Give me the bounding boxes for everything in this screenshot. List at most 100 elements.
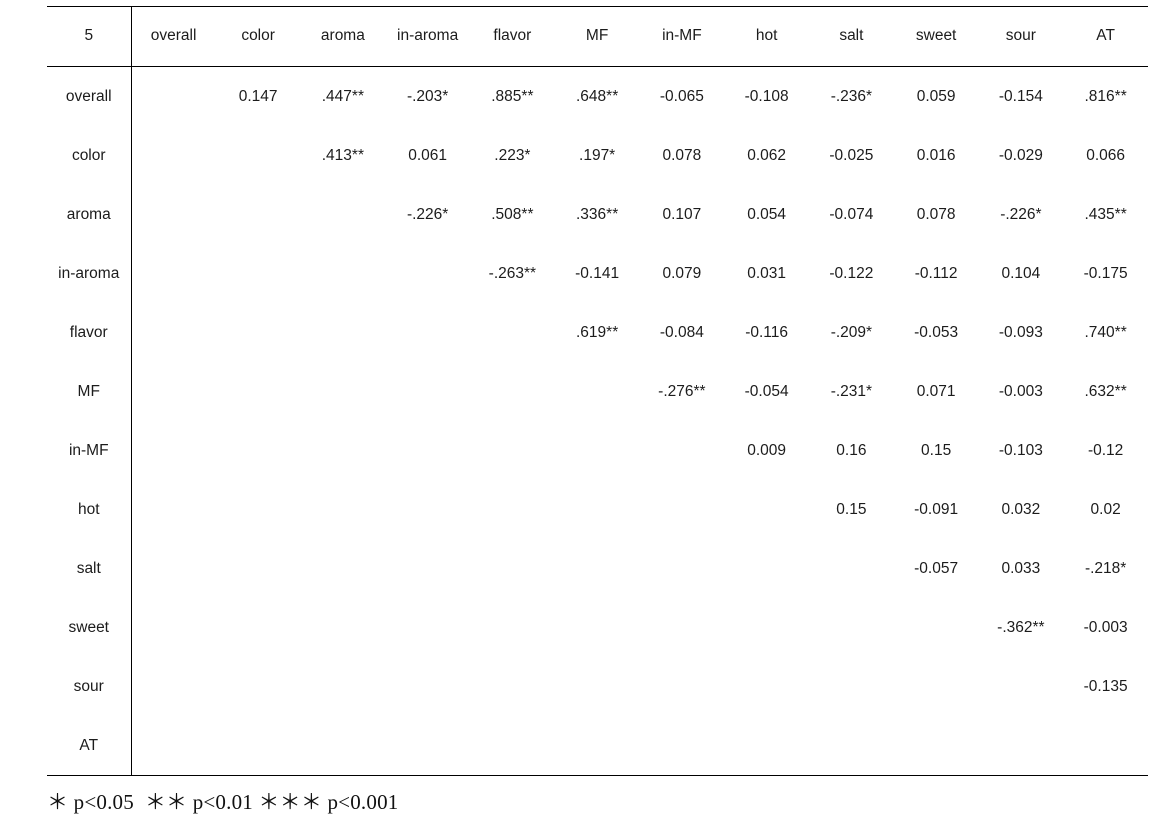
cell — [301, 480, 386, 539]
table-row: sweet -.362** -0.003 — [47, 598, 1148, 657]
row-label-overall: overall — [47, 66, 132, 126]
cell: -.362** — [997, 618, 1045, 636]
cell — [301, 421, 386, 480]
column-header-flavor: flavor — [493, 26, 532, 44]
cell — [809, 598, 894, 657]
cell — [809, 657, 894, 716]
column-header-sour: sour — [1005, 26, 1036, 44]
table-row: overall 0.147 .447** -.203* .885** .648*… — [47, 66, 1148, 126]
cell — [809, 539, 894, 598]
cell — [470, 539, 555, 598]
cell: -0.084 — [659, 323, 704, 341]
cell — [894, 598, 979, 657]
cell: .632** — [1084, 382, 1127, 400]
cell — [216, 716, 301, 776]
column-header-in-mf: in-MF — [662, 26, 702, 44]
cell — [385, 716, 470, 776]
cell — [301, 539, 386, 598]
cell: -0.057 — [914, 559, 959, 577]
cell — [301, 244, 386, 303]
cell — [131, 126, 216, 185]
cell — [131, 362, 216, 421]
correlation-table-container: 5 overall color aroma in-aroma flavor MF… — [47, 6, 1148, 776]
cell — [301, 185, 386, 244]
table-row: sour -0.135 — [47, 657, 1148, 716]
cell: 0.104 — [1001, 264, 1041, 282]
row-label-sweet: sweet — [47, 598, 132, 657]
cell — [216, 303, 301, 362]
cell — [131, 244, 216, 303]
cell — [385, 421, 470, 480]
cell — [216, 244, 301, 303]
cell: -.263** — [488, 264, 537, 282]
cell: .885** — [491, 87, 534, 105]
cell — [1063, 716, 1148, 776]
cell: -.226* — [1000, 205, 1042, 223]
cell: -.218* — [1084, 559, 1127, 577]
cell — [470, 716, 555, 776]
cell — [555, 480, 640, 539]
row-label-hot: hot — [47, 480, 132, 539]
cell — [385, 303, 470, 362]
cell: -0.053 — [914, 323, 959, 341]
cell: 0.147 — [238, 87, 278, 105]
row-label-in-aroma-text: in-aroma — [58, 264, 120, 282]
cell — [809, 716, 894, 776]
cell: 0.059 — [916, 87, 956, 105]
correlation-table: 5 overall color aroma in-aroma flavor MF… — [47, 6, 1148, 776]
cell — [216, 185, 301, 244]
cell — [301, 598, 386, 657]
cell: .816** — [1084, 87, 1127, 105]
row-label-in-aroma: in-aroma — [47, 244, 132, 303]
cell — [216, 480, 301, 539]
column-header-salt: salt — [839, 26, 864, 44]
cell — [470, 303, 555, 362]
cell: .508** — [491, 205, 534, 223]
cell — [894, 716, 979, 776]
column-header-sweet: sweet — [915, 26, 957, 44]
column-header-at: AT — [1096, 26, 1115, 44]
cell: -0.003 — [998, 382, 1043, 400]
cell: -.203* — [406, 87, 449, 105]
cell — [555, 539, 640, 598]
cell — [131, 598, 216, 657]
cell: 0.107 — [662, 205, 702, 223]
cell: 0.079 — [662, 264, 702, 282]
cell — [640, 421, 725, 480]
column-header-in-aroma: in-aroma — [385, 7, 470, 67]
cell: -0.112 — [914, 264, 958, 282]
cell: -0.116 — [745, 323, 789, 341]
row-label-flavor: flavor — [47, 303, 132, 362]
cell — [555, 716, 640, 776]
row-label-sour: sour — [47, 657, 132, 716]
cell: -.236* — [830, 87, 873, 105]
cell — [470, 598, 555, 657]
cell — [216, 421, 301, 480]
cell — [724, 657, 809, 716]
cell — [385, 244, 470, 303]
cell: -.209* — [830, 323, 873, 341]
cell — [555, 421, 640, 480]
cell: .197* — [579, 146, 616, 164]
row-label-salt: salt — [47, 539, 132, 598]
significance-footnote: ＊ p<0.05 ＊＊ p<0.01 ＊＊＊ p<0.001 — [47, 790, 399, 814]
cell: -0.054 — [744, 382, 789, 400]
table-row: color .413** 0.061 .223* .197* 0.078 0.0… — [47, 126, 1148, 185]
cell — [301, 716, 386, 776]
row-label-color: color — [47, 126, 132, 185]
cell: -0.029 — [998, 146, 1043, 164]
cell: -0.065 — [659, 87, 704, 105]
cell: .336** — [576, 205, 619, 223]
cell: -0.154 — [998, 87, 1043, 105]
cell: 0.078 — [662, 146, 702, 164]
cell: 0.15 — [921, 441, 952, 459]
table-row: flavor .619** -0.084 -0.116 -.209* -0.05… — [47, 303, 1148, 362]
table-row: hot 0.15 -0.091 0.032 0.02 — [47, 480, 1148, 539]
cell: .223* — [494, 146, 531, 164]
cell — [894, 657, 979, 716]
cell — [724, 480, 809, 539]
row-label-aroma: aroma — [47, 185, 132, 244]
cell: -0.141 — [575, 264, 620, 282]
cell — [640, 480, 725, 539]
cell — [385, 598, 470, 657]
